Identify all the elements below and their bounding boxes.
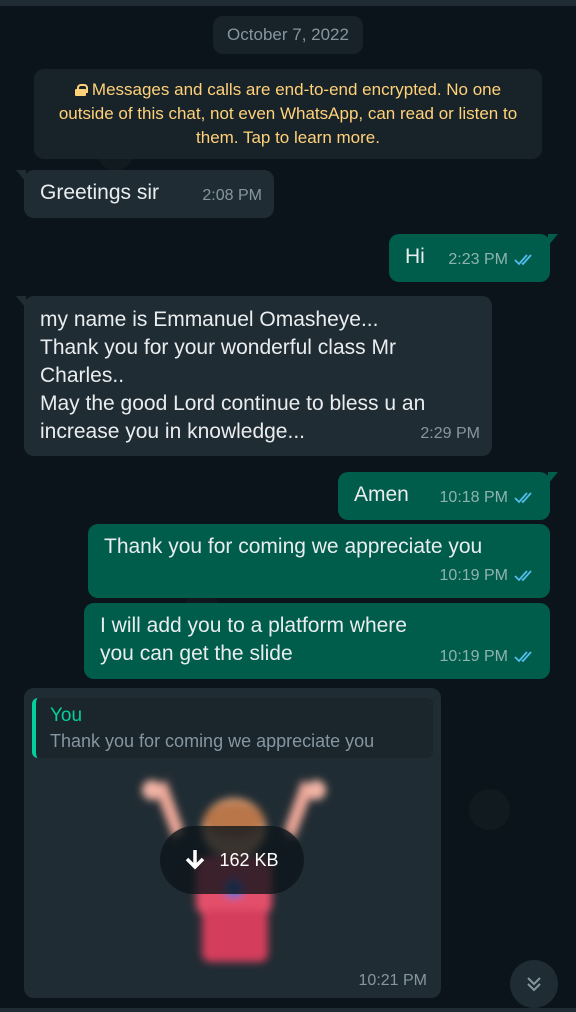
input-edge (0, 1008, 576, 1012)
message-time: 10:19 PM (439, 648, 508, 665)
message-meta: 10:18 PM (440, 484, 538, 512)
reply-text: Thank you for coming we appreciate you (50, 731, 375, 751)
message-text: I will add you to a platform where you c… (100, 614, 407, 665)
reply-quote[interactable]: You Thank you for coming we appreciate y… (32, 698, 433, 758)
message-time: 2:23 PM (448, 251, 508, 268)
message-text: my name is Emmanuel Omasheye... Thank yo… (40, 308, 426, 443)
message-bubble-outgoing[interactable]: Thank you for coming we appreciate you 1… (88, 524, 550, 598)
message-time: 2:29 PM (420, 425, 480, 442)
download-icon (186, 850, 205, 870)
message-bubble-outgoing[interactable]: I will add you to a platform where you c… (84, 603, 550, 679)
reply-author: You (50, 705, 83, 726)
message-meta: 2:23 PM (448, 246, 538, 274)
message-time: 10:19 PM (439, 567, 508, 584)
message-text: Thank you for coming we appreciate you (104, 535, 483, 558)
scroll-to-bottom-button[interactable] (510, 960, 558, 1008)
date-chip: October 7, 2022 (213, 16, 363, 54)
message-bubble-incoming[interactable]: my name is Emmanuel Omasheye... Thank yo… (16, 296, 492, 456)
download-button[interactable]: 162 KB (160, 826, 304, 894)
message-meta: 2:08 PM (202, 182, 262, 210)
download-size: 162 KB (219, 849, 279, 870)
lock-icon (74, 84, 88, 96)
message-time: 10:21 PM (358, 972, 427, 989)
message-text: Greetings sir (40, 181, 160, 204)
header-edge (0, 0, 576, 6)
message-text: Amen (354, 483, 409, 506)
message-meta: 10:19 PM (440, 643, 538, 671)
message-time: 2:08 PM (202, 187, 262, 204)
double-check-icon (514, 651, 532, 663)
double-check-icon (514, 254, 532, 266)
encryption-notice-text: Messages and calls are end-to-end encryp… (58, 80, 518, 147)
double-check-icon (514, 492, 532, 504)
encryption-notice[interactable]: Messages and calls are end-to-end encryp… (34, 69, 542, 159)
message-time: 10:18 PM (439, 489, 508, 506)
message-text: Hi (405, 245, 425, 268)
message-meta: 2:29 PM (420, 420, 480, 448)
double-check-icon (514, 570, 532, 582)
message-bubble-incoming[interactable]: Greetings sir 2:08 PM (16, 170, 274, 218)
message-bubble-outgoing[interactable]: Amen 10:18 PM (338, 472, 558, 520)
message-bubble-outgoing[interactable]: Hi 2:23 PM (389, 234, 558, 282)
message-meta: 10:19 PM (440, 562, 538, 590)
chevron-double-down-icon (527, 977, 541, 992)
